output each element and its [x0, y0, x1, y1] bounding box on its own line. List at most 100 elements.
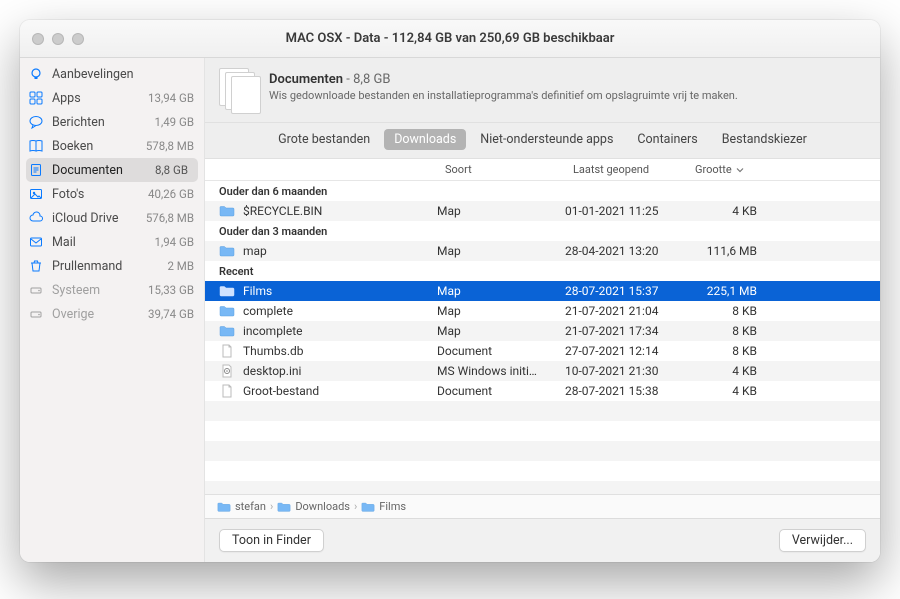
table-row[interactable]: Groot-bestandDocument28-07-2021 15:384 K… — [205, 381, 880, 401]
tab-nietondersteundeapps[interactable]: Niet-ondersteunde apps — [470, 129, 623, 150]
breadcrumb-item[interactable]: Films — [379, 500, 406, 513]
row-name: incomplete — [243, 324, 303, 338]
file-icon — [219, 384, 235, 398]
tab-grotebestanden[interactable]: Grote bestanden — [268, 129, 380, 150]
group-header: Ouder dan 6 maanden — [205, 181, 880, 201]
table-row[interactable]: map Map28-04-2021 13:20111,6 MB — [205, 241, 880, 261]
sidebar-item-systeem[interactable]: Systeem 15,33 GB — [20, 278, 204, 302]
row-kind: Document — [437, 344, 565, 358]
col-size[interactable]: Grootte — [695, 163, 765, 176]
row-opened: 21-07-2021 17:34 — [565, 324, 687, 338]
window-title: MAC OSX - Data - 112,84 GB van 250,69 GB… — [20, 31, 880, 46]
row-size: 8 KB — [687, 324, 757, 338]
sidebar-item-label: iCloud Drive — [52, 211, 118, 226]
row-opened: 28-07-2021 15:38 — [565, 384, 687, 398]
sidebar-item-value: 576,8 MB — [146, 211, 194, 225]
sidebar-item-label: Aanbevelingen — [52, 67, 134, 82]
group-header: Recent — [205, 261, 880, 281]
row-opened: 28-07-2021 15:37 — [565, 284, 687, 298]
sidebar: Aanbevelingen Apps13,94 GBBerichten1,49 G… — [20, 58, 205, 562]
info-desc: Wis gedownloade bestanden en installatie… — [269, 89, 738, 102]
sidebar-item-value: 2 MB — [167, 259, 194, 273]
table-row[interactable]: completeMap21-07-2021 21:048 KB — [205, 301, 880, 321]
table-row[interactable]: FilmsMap28-07-2021 15:37225,1 MB — [205, 281, 880, 301]
sidebar-item-value: 8,8 GB — [155, 163, 188, 177]
info-title: Documenten — [269, 72, 343, 87]
sidebar-item-label: Prullenmand — [52, 259, 122, 274]
sidebar-item-value: 578,8 MB — [146, 139, 194, 153]
row-kind: Map — [437, 324, 565, 338]
sidebar-item-fotos[interactable]: Foto's40,26 GB — [20, 182, 204, 206]
breadcrumb-item[interactable]: Downloads — [295, 500, 350, 513]
sidebar-item-value: 1,49 GB — [154, 115, 194, 129]
col-opened[interactable]: Laatst geopend — [573, 163, 695, 176]
mail-icon — [28, 234, 44, 250]
sidebar-item-value: 39,74 GB — [148, 307, 194, 321]
chevron-down-icon — [736, 166, 744, 174]
sidebar-item-overige[interactable]: Overige 39,74 GB — [20, 302, 204, 326]
sidebar-item-value: 40,26 GB — [148, 187, 194, 201]
tab-containers[interactable]: Containers — [627, 129, 707, 150]
show-in-finder-button[interactable]: Toon in Finder — [219, 529, 324, 552]
folder-icon — [277, 501, 291, 513]
sidebar-item-berichten[interactable]: Berichten1,49 GB — [20, 110, 204, 134]
row-size: 8 KB — [687, 344, 757, 358]
table-row[interactable]: $RECYCLE.BINMap01-01-2021 11:254 KB — [205, 201, 880, 221]
folder-icon — [219, 304, 235, 318]
sidebar-item-value: 13,94 GB — [148, 91, 194, 105]
folder-icon — [217, 501, 231, 513]
disk-icon — [28, 282, 44, 298]
delete-button[interactable]: Verwijder... — [779, 529, 866, 552]
column-headers: Soort Laatst geopend Grootte — [205, 159, 880, 181]
sidebar-item-value: 15,33 GB — [148, 283, 194, 297]
breadcrumb: stefan›Downloads›Films — [205, 494, 880, 518]
row-kind: Map — [437, 244, 565, 258]
row-name: map — [243, 244, 267, 258]
row-kind: Map — [437, 284, 565, 298]
row-size: 4 KB — [687, 204, 757, 218]
action-bar: Toon in Finder Verwijder... — [205, 518, 880, 562]
col-kind[interactable]: Soort — [445, 163, 573, 176]
row-opened: 28-04-2021 13:20 — [565, 244, 687, 258]
sidebar-item-label: Mail — [52, 235, 76, 250]
file-icon — [219, 344, 235, 358]
sidebar-item-label: Overige — [52, 307, 94, 322]
sidebar-item-boeken[interactable]: Boeken 578,8 MB — [20, 134, 204, 158]
row-name: Films — [243, 284, 272, 298]
sidebar-item-label: Systeem — [52, 283, 100, 298]
row-size: 4 KB — [687, 384, 757, 398]
row-name: Groot-bestand — [243, 384, 319, 398]
row-opened: 01-01-2021 11:25 — [565, 204, 687, 218]
sidebar-item-apps[interactable]: Apps13,94 GB — [20, 86, 204, 110]
row-size: 111,6 MB — [687, 244, 757, 258]
bulb-icon — [28, 66, 44, 82]
row-name: $RECYCLE.BIN — [243, 204, 322, 218]
info-bar: Documenten - 8,8 GB Wis gedownloade best… — [205, 58, 880, 123]
doc-icon — [28, 162, 44, 178]
table-row[interactable]: desktop.iniMS Windows initi…10-07-2021 2… — [205, 361, 880, 381]
titlebar[interactable]: MAC OSX - Data - 112,84 GB van 250,69 GB… — [20, 20, 880, 58]
disk-icon — [28, 306, 44, 322]
row-name: complete — [243, 304, 293, 318]
sidebar-item-label: Documenten — [52, 163, 123, 178]
file-list: Ouder dan 6 maanden$RECYCLE.BINMap01-01-… — [205, 181, 880, 494]
documents-icon — [219, 68, 257, 112]
tab-downloads[interactable]: Downloads — [384, 129, 466, 150]
sidebar-item-label: Boeken — [52, 139, 93, 154]
trash-icon — [28, 258, 44, 274]
chevron-right-icon: › — [270, 500, 273, 513]
book-icon — [28, 138, 44, 154]
sidebar-item-prullenmand[interactable]: Prullenmand 2 MB — [20, 254, 204, 278]
row-opened: 27-07-2021 12:14 — [565, 344, 687, 358]
table-row[interactable]: incomplete Map21-07-2021 17:348 KB — [205, 321, 880, 341]
table-row[interactable]: Thumbs.db Document27-07-2021 12:148 KB — [205, 341, 880, 361]
row-name: Thumbs.db — [243, 344, 304, 358]
sidebar-item-mail[interactable]: Mail1,94 GB — [20, 230, 204, 254]
sidebar-item-documenten[interactable]: Documenten 8,8 GB — [26, 158, 198, 182]
breadcrumb-item[interactable]: stefan — [235, 500, 266, 513]
sidebar-item-iclouddrive[interactable]: iCloud Drive 576,8 MB — [20, 206, 204, 230]
storage-mgmt-window: MAC OSX - Data - 112,84 GB van 250,69 GB… — [20, 20, 880, 562]
sidebar-item-aanbevelingen[interactable]: Aanbevelingen — [20, 62, 204, 86]
tab-bestandskiezer[interactable]: Bestandskiezer — [712, 129, 817, 150]
group-header: Ouder dan 3 maanden — [205, 221, 880, 241]
